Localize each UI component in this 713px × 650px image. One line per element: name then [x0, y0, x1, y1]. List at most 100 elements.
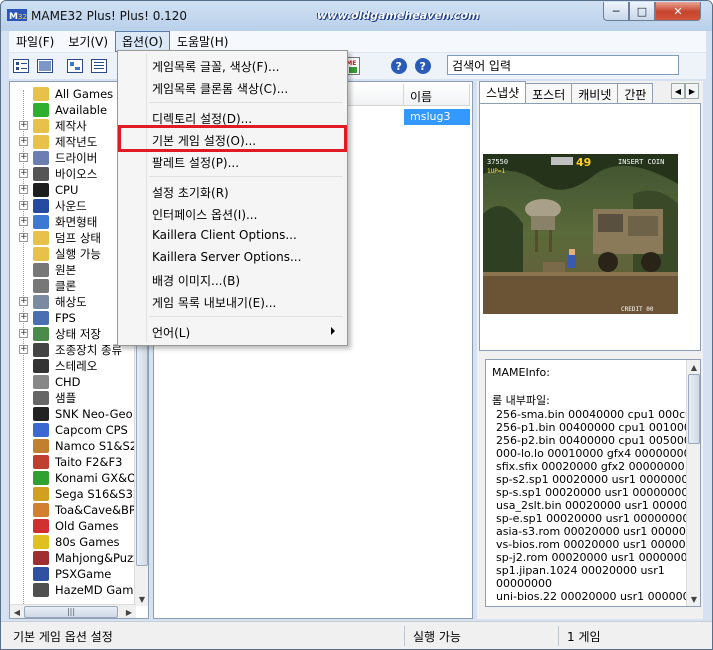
tree-item[interactable]: Konami GX&OLD	[10, 470, 148, 486]
menu-item-option[interactable]: Kaillera Server Options...	[121, 247, 345, 269]
menu-item-label: 언어(L)	[152, 326, 191, 340]
info-scroll-up-arrow[interactable]: ▲	[687, 360, 700, 374]
menu-bar: 파일(F) 보기(V) 옵션(O) 도움말(H)	[9, 31, 706, 53]
expand-toggle-icon[interactable]: +	[19, 201, 28, 210]
rom-file-line: sp-s.sp1 00020000 usr1 00000000	[496, 486, 689, 499]
info-vscrollbar[interactable]: ▲ ▼	[686, 360, 700, 606]
menu-file[interactable]: 파일(F)	[9, 31, 61, 52]
info-scroll-thumb[interactable]	[688, 374, 700, 444]
menu-item-option[interactable]: 언어(L)	[121, 321, 345, 343]
menu-item-option[interactable]: 설정 초기화(R)	[121, 181, 345, 203]
tree-item-label: 조종장치 종류	[55, 343, 123, 357]
status-game-count: 1 게임	[567, 630, 601, 644]
minimize-button[interactable]: ─	[603, 2, 629, 21]
tree-item[interactable]: 스테레오	[10, 358, 136, 374]
menu-item-option[interactable]: 배경 이미지...(B)	[121, 269, 345, 291]
details-view-button[interactable]	[89, 56, 109, 76]
menu-help[interactable]: 도움말(H)	[170, 31, 236, 52]
hscroll-thumb[interactable]: |||	[24, 606, 118, 618]
rom-file-line: sp-s2.sp1 00020000 usr1 00000000	[496, 473, 696, 486]
scroll-down-arrow[interactable]: ▼	[135, 592, 148, 606]
menu-view[interactable]: 보기(V)	[61, 31, 115, 52]
info-scroll-down-arrow[interactable]: ▼	[687, 592, 700, 606]
tab-poster[interactable]: 포스터	[525, 83, 573, 103]
tree-item[interactable]: Sega S16&S32	[10, 486, 140, 502]
tab-snapshot[interactable]: 스냅샷	[479, 81, 527, 103]
mame-info-panel[interactable]: MAMEInfo: 롬 내부파일: 256-sma.bin 00040000 c…	[485, 359, 701, 607]
selected-rom-cell[interactable]: mslug3	[404, 109, 470, 125]
cpu-icon	[33, 183, 49, 197]
tree-item[interactable]: Mahjong&Puzzle	[10, 550, 148, 566]
tree-item-label: CHD	[55, 375, 81, 389]
menu-item-option[interactable]: 팔레트 설정(P)...	[121, 151, 345, 173]
rom-file-line: 00000000	[496, 577, 552, 590]
tree-item[interactable]: 80s Games	[10, 534, 136, 550]
tree-item[interactable]: Toa&Cave&BP	[10, 502, 136, 518]
tab-marquee[interactable]: 간판	[617, 83, 654, 103]
expand-toggle-icon[interactable]: +	[19, 121, 28, 130]
column-header-name[interactable]: 이름	[404, 84, 470, 106]
title-bar[interactable]: M 32 MAME32 Plus! Plus! 0.120 www.oldgam…	[1, 1, 712, 31]
menu-item-option[interactable]: 게임목록 글꼴, 색상(F)...	[121, 55, 345, 77]
large-icons-button[interactable]	[11, 56, 31, 76]
expand-toggle-icon[interactable]: +	[19, 233, 28, 242]
tree-item-label: 클론	[55, 279, 77, 293]
tree-item[interactable]: 샘플	[10, 390, 136, 406]
maximize-button[interactable]: □	[629, 2, 655, 21]
tab-scroll-right-icon[interactable]: ▶	[685, 83, 699, 99]
tab-cabinet[interactable]: 캐비넷	[571, 83, 619, 103]
calendar-icon	[33, 135, 49, 149]
search-input[interactable]	[447, 55, 679, 75]
hazemd-icon	[33, 583, 49, 597]
menu-item-label: 설정 초기화(R)	[152, 186, 229, 200]
menu-item-label: 디렉토리 설정(D)...	[152, 112, 253, 126]
expand-toggle-icon[interactable]: +	[19, 185, 28, 194]
preview-panel: 스냅샷 포스터 캐비넷 간판 ◀ ▶ 37550 1UP=1 49 INSERT…	[477, 81, 703, 619]
mahjong-icon	[33, 551, 49, 565]
help-button[interactable]: ?	[389, 56, 409, 76]
menu-item-label: 게임목록 글꼴, 색상(F)...	[152, 60, 280, 74]
menu-item-option[interactable]: 게임 목록 내보내기(E)...	[121, 291, 345, 313]
details-view-icon	[91, 59, 107, 73]
mame-info-header: MAMEInfo:	[492, 366, 550, 379]
small-icons-button[interactable]	[35, 56, 55, 76]
fps-icon	[33, 311, 49, 325]
expand-toggle-icon[interactable]: +	[19, 297, 28, 306]
rom-file-line: 256-p2.bin 00400000 cpu1 00500000	[496, 434, 701, 447]
tree-item[interactable]: CHD	[10, 374, 136, 390]
menu-item-option[interactable]: 인터페이스 옵션(I)...	[121, 203, 345, 225]
menu-item-option[interactable]: 게임목록 클론롬 색상(C)...	[121, 77, 345, 99]
tree-item-label: 덤프 상태	[55, 231, 101, 245]
about-button[interactable]: ?	[413, 56, 433, 76]
menu-item-label: 게임 목록 내보내기(E)...	[152, 296, 277, 310]
driver-icon	[33, 151, 49, 165]
hud-credit: CREDIT 00	[621, 306, 654, 313]
window-title: MAME32 Plus! Plus! 0.120	[31, 9, 188, 23]
expand-toggle-icon[interactable]: +	[19, 345, 28, 354]
expand-toggle-icon[interactable]: +	[19, 329, 28, 338]
expand-toggle-icon[interactable]: +	[19, 153, 28, 162]
tree-item[interactable]: SNK Neo-Geo	[10, 406, 136, 422]
tree-item-label: Namco S1&S2	[55, 439, 138, 453]
svg-text:?: ?	[396, 60, 402, 73]
tree-item[interactable]: Taito F2&F3	[10, 454, 136, 470]
expand-toggle-icon[interactable]: +	[19, 313, 28, 322]
scroll-left-arrow[interactable]: ◀	[10, 605, 24, 618]
expand-toggle-icon[interactable]: +	[19, 137, 28, 146]
expand-toggle-icon[interactable]: +	[19, 217, 28, 226]
menu-options[interactable]: 옵션(O)	[115, 31, 170, 52]
tab-scroll-left-icon[interactable]: ◀	[671, 83, 685, 99]
list-view-button[interactable]	[65, 56, 85, 76]
scroll-right-arrow[interactable]: ▶	[122, 605, 136, 618]
tree-item[interactable]: HazeMD Games	[10, 582, 146, 598]
tree-item[interactable]: Old Games	[10, 518, 136, 534]
highlight-annotation	[118, 125, 347, 152]
expand-toggle-icon[interactable]: +	[19, 169, 28, 178]
tree-item[interactable]: PSXGame	[10, 566, 136, 582]
tree-item[interactable]: Capcom CPS	[10, 422, 136, 438]
folder-tree-hscrollbar[interactable]: ◀ ||| ▶	[10, 604, 136, 618]
tree-item-label: HazeMD Games	[55, 583, 147, 597]
tree-item[interactable]: Namco S1&S2	[10, 438, 138, 454]
menu-item-option[interactable]: Kaillera Client Options...	[121, 225, 345, 247]
close-button[interactable]: ✕	[655, 2, 701, 21]
